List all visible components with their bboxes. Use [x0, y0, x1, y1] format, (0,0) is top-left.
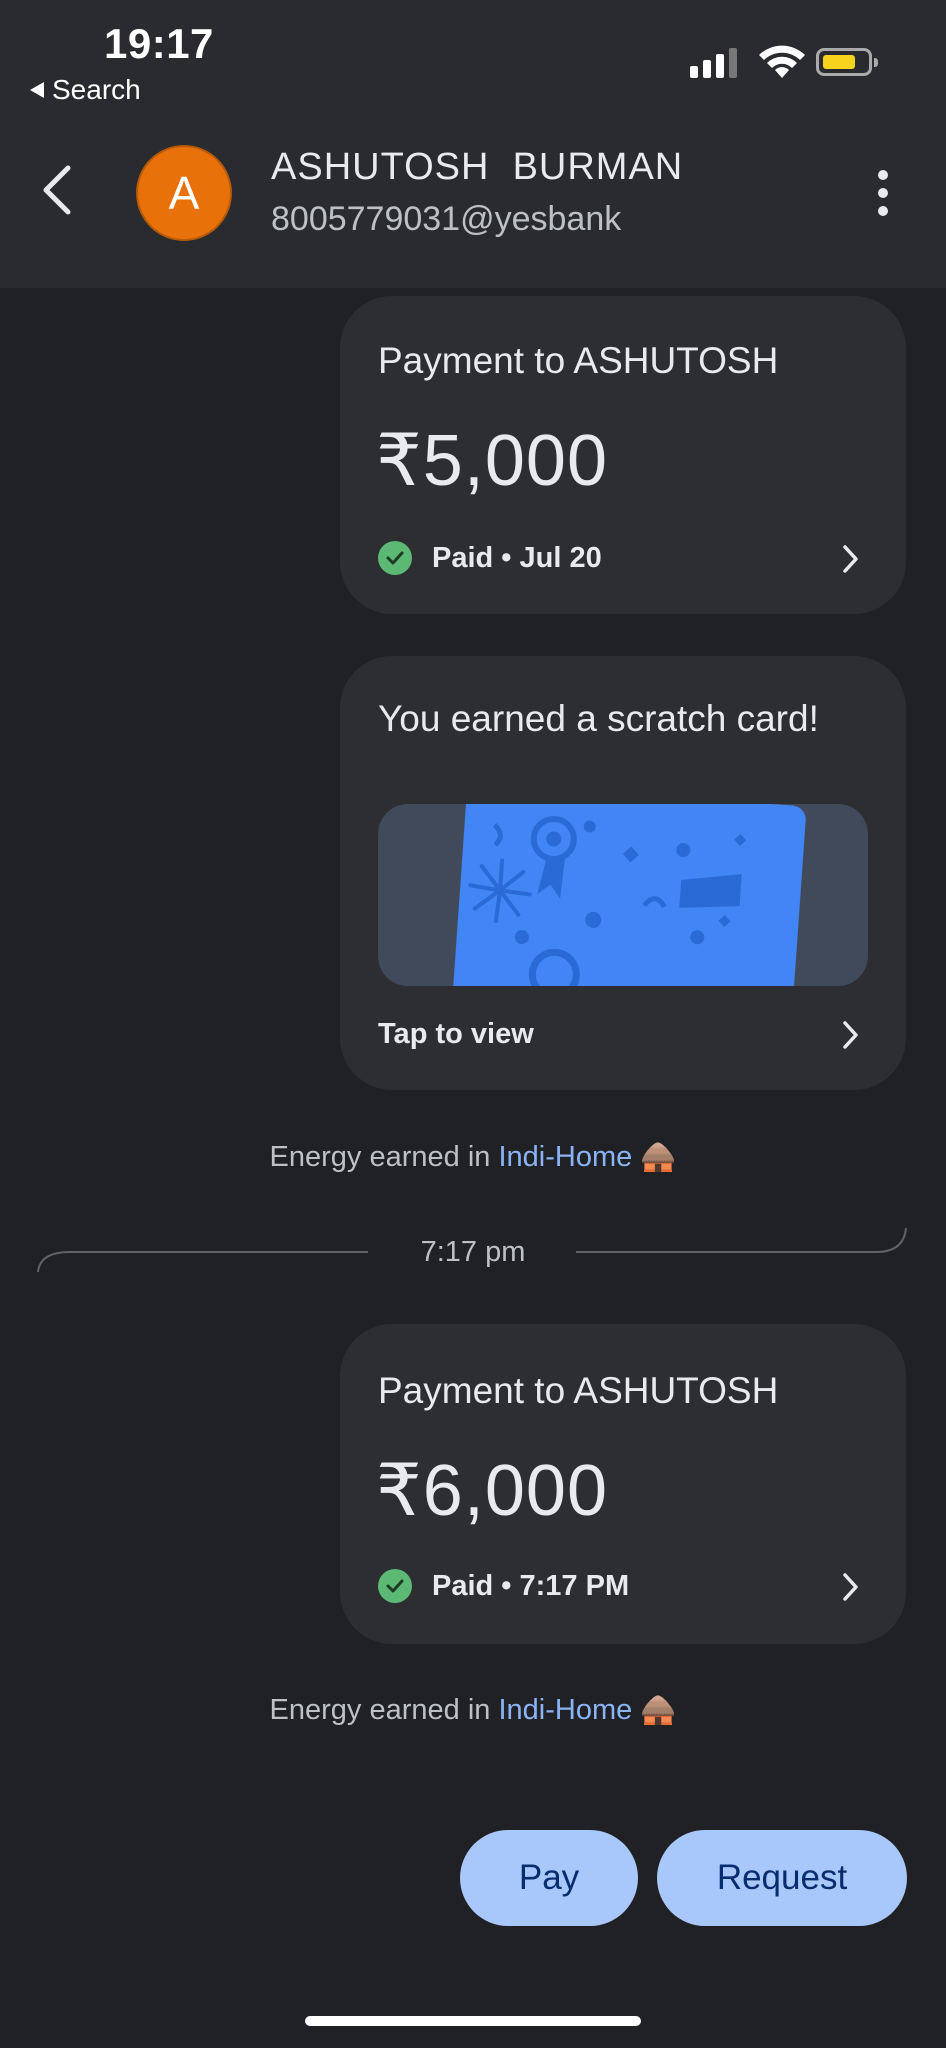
back-triangle-icon	[30, 82, 44, 98]
pay-button[interactable]: Pay	[460, 1830, 638, 1926]
request-button[interactable]: Request	[657, 1830, 907, 1926]
payment-title: Payment to ASHUTOSH	[378, 340, 779, 381]
contact-upi-id: 8005779031@yesbank	[271, 200, 622, 238]
payment-status-text: Paid • Jul 20	[432, 541, 602, 574]
back-arrow-icon[interactable]	[32, 160, 82, 220]
energy-prefix: Energy earned in	[269, 1694, 499, 1726]
payment-card[interactable]: Payment to ASHUTOSH ₹6,000 Paid • 7:17 P…	[340, 1324, 906, 1644]
chevron-right-icon	[843, 1573, 858, 1601]
avatar[interactable]: A	[136, 145, 232, 241]
home-indicator[interactable]	[305, 2016, 641, 2026]
indi-home-link[interactable]: Indi-Home	[498, 1141, 632, 1173]
wifi-icon	[759, 45, 805, 78]
payment-amount: ₹6,000	[376, 1451, 608, 1531]
energy-earned-note: Energy earned in Indi-Home 🛖	[0, 1140, 946, 1174]
payment-amount: ₹5,000	[376, 421, 608, 501]
energy-prefix: Energy earned in	[269, 1141, 499, 1173]
cellular-signal-icon	[690, 48, 737, 78]
more-options-icon[interactable]	[876, 170, 890, 216]
battery-icon	[816, 48, 878, 76]
chevron-right-icon	[843, 1021, 858, 1049]
scratch-card[interactable]: You earned a scratch card! Tap to view	[340, 656, 906, 1090]
payment-status-text: Paid • 7:17 PM	[432, 1569, 630, 1602]
contact-name[interactable]: ASHUTOSH BURMAN	[271, 146, 683, 189]
payment-status: Paid • 7:17 PM	[378, 1569, 629, 1603]
check-circle-icon	[378, 1569, 412, 1603]
chat-header: A ASHUTOSH BURMAN 8005779031@yesbank	[0, 120, 946, 288]
payment-status: Paid • Jul 20	[378, 541, 602, 575]
status-time: 19:17	[104, 20, 214, 67]
scratch-card-image[interactable]	[378, 804, 868, 986]
payment-title: Payment to ASHUTOSH	[378, 1370, 779, 1411]
time-divider-label: 7:17 pm	[420, 1236, 526, 1268]
hut-icon: 🛖	[640, 1694, 677, 1726]
back-app-label: Search	[52, 74, 141, 105]
check-circle-icon	[378, 541, 412, 575]
chevron-right-icon	[843, 545, 858, 573]
payment-card[interactable]: Payment to ASHUTOSH ₹5,000 Paid • Jul 20	[340, 296, 906, 614]
energy-earned-note: Energy earned in Indi-Home 🛖	[0, 1693, 946, 1727]
scratch-card-title: You earned a scratch card!	[378, 698, 819, 739]
hut-icon: 🛖	[640, 1141, 677, 1173]
tap-to-view-label: Tap to view	[378, 1018, 534, 1050]
back-to-app-link[interactable]: Search	[30, 74, 141, 106]
indi-home-link[interactable]: Indi-Home	[498, 1694, 632, 1726]
status-bar: 19:17 Search	[0, 0, 946, 120]
